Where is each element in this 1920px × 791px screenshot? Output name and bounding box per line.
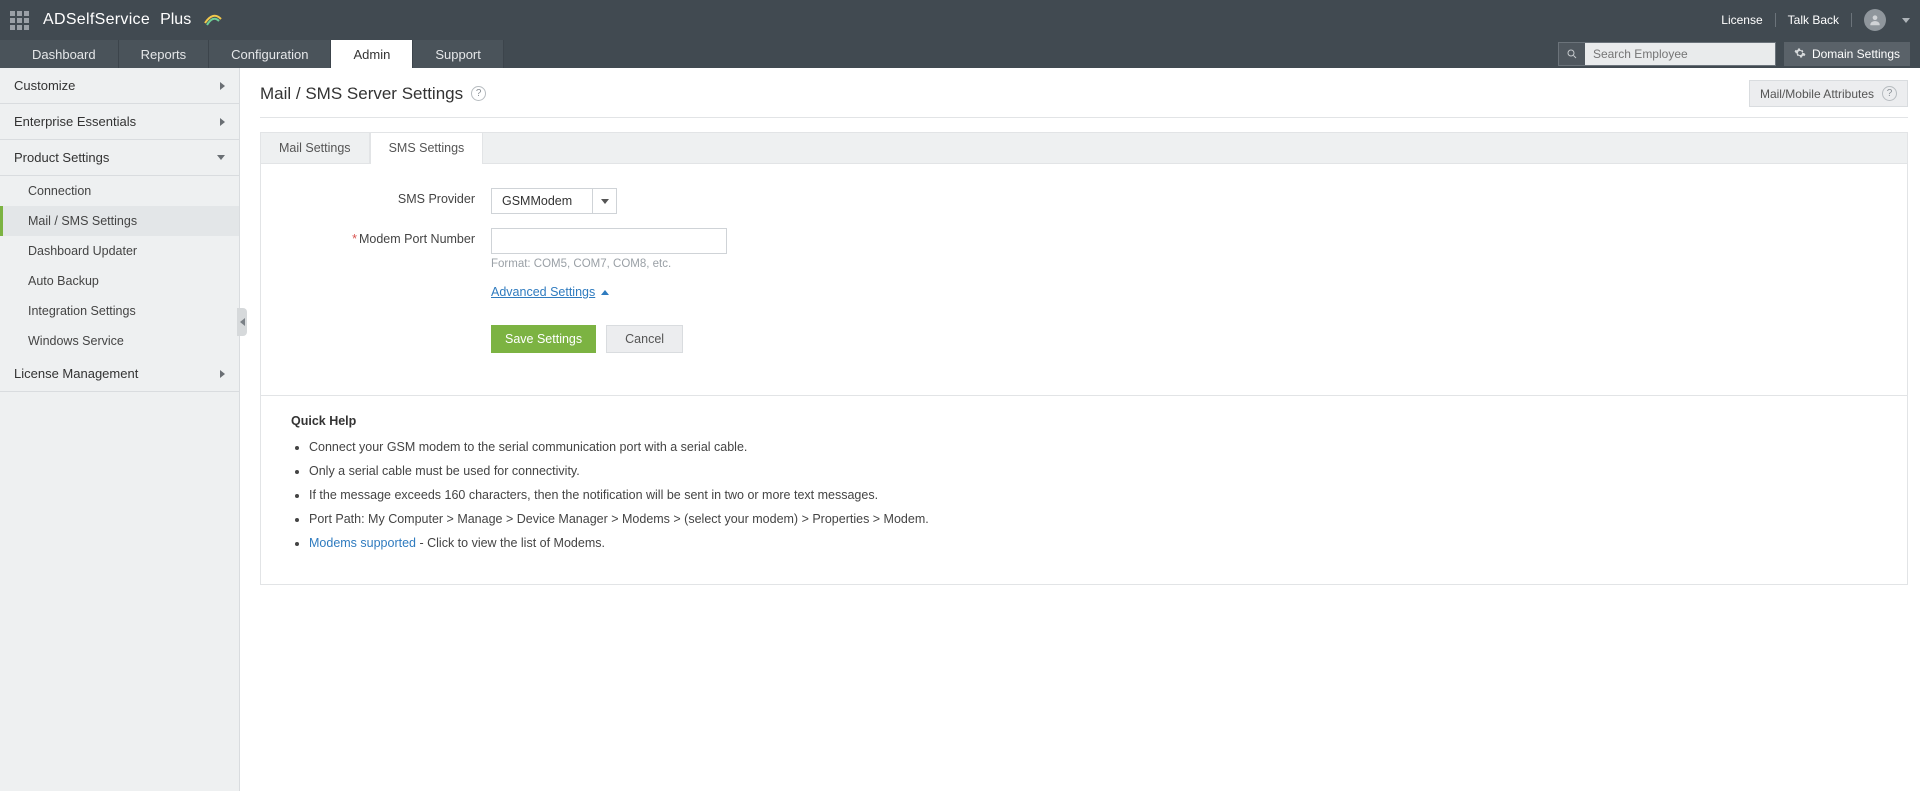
sidebar-group-customize[interactable]: Customize <box>0 68 239 104</box>
main-nav: Dashboard Reports Configuration Admin Su… <box>0 40 504 68</box>
chevron-right-icon <box>220 370 225 378</box>
domain-settings-label: Domain Settings <box>1812 47 1900 61</box>
modem-port-label: *Modem Port Number <box>291 228 491 246</box>
sidebar-group-license[interactable]: License Management <box>0 356 239 392</box>
select-arrow <box>592 189 616 213</box>
app-launcher-icon[interactable] <box>10 11 29 30</box>
sidebar-collapse-handle[interactable] <box>237 308 247 336</box>
page-title: Mail / SMS Server Settings <box>260 84 463 104</box>
sidebar-group-enterprise[interactable]: Enterprise Essentials <box>0 104 239 140</box>
gear-icon <box>1794 47 1806 62</box>
quick-help: Quick Help Connect your GSM modem to the… <box>261 396 1907 584</box>
quick-help-item: If the message exceeds 160 characters, t… <box>309 488 1877 502</box>
row-modem-port: *Modem Port Number Format: COM5, COM7, C… <box>291 228 1877 270</box>
brand: ADSelfService Plus <box>10 9 223 32</box>
panel-tabs: Mail Settings SMS Settings <box>261 133 1907 164</box>
sidebar-group-label: Product Settings <box>14 150 109 165</box>
logo-swoosh-icon <box>203 9 223 32</box>
chevron-down-icon <box>217 155 225 160</box>
search-input[interactable] <box>1585 43 1775 65</box>
cancel-button[interactable]: Cancel <box>606 325 683 353</box>
quick-help-item: Port Path: My Computer > Manage > Device… <box>309 512 1877 526</box>
attr-button-label: Mail/Mobile Attributes <box>1760 87 1874 101</box>
row-advanced: Advanced Settings <box>291 284 1877 299</box>
sidebar-item-integration[interactable]: Integration Settings <box>0 296 239 326</box>
product-suffix: Plus <box>160 11 191 29</box>
modems-supported-link[interactable]: Modems supported <box>309 536 416 550</box>
sidebar-group-label: Customize <box>14 78 75 93</box>
tab-mail-settings[interactable]: Mail Settings <box>261 133 370 163</box>
sms-provider-select[interactable]: GSMModem <box>491 188 617 214</box>
page-title-wrap: Mail / SMS Server Settings ? <box>260 84 486 104</box>
mail-mobile-attributes-button[interactable]: Mail/Mobile Attributes ? <box>1749 80 1908 107</box>
quick-help-item: Only a serial cable must be used for con… <box>309 464 1877 478</box>
sms-provider-value: GSMModem <box>492 194 592 208</box>
domain-settings-button[interactable]: Domain Settings <box>1784 42 1910 66</box>
topbar-right: License Talk Back <box>1721 9 1910 31</box>
quick-help-list: Connect your GSM modem to the serial com… <box>291 440 1877 550</box>
tab-admin[interactable]: Admin <box>331 40 413 68</box>
license-link[interactable]: License <box>1721 13 1762 27</box>
user-menu-caret-icon[interactable] <box>1902 18 1910 23</box>
sidebar-item-auto-backup[interactable]: Auto Backup <box>0 266 239 296</box>
product-name: ADSelfService <box>43 11 150 29</box>
tab-support[interactable]: Support <box>413 40 504 68</box>
sidebar-item-dashboard-updater[interactable]: Dashboard Updater <box>0 236 239 266</box>
divider <box>1851 13 1852 27</box>
divider <box>1775 13 1776 27</box>
sms-provider-label: SMS Provider <box>291 188 491 206</box>
row-buttons: Save Settings Cancel <box>291 313 1877 353</box>
search-box <box>1558 42 1776 66</box>
quick-help-title: Quick Help <box>291 414 1877 428</box>
quick-help-item-modems: Modems supported - Click to view the lis… <box>309 536 1877 550</box>
modems-suffix: - Click to view the list of Modems. <box>416 536 605 550</box>
form-area: SMS Provider GSMModem *Modem Port Number… <box>261 164 1907 396</box>
modem-port-hint: Format: COM5, COM7, COM8, etc. <box>491 258 727 270</box>
modem-port-input[interactable] <box>491 228 727 254</box>
row-sms-provider: SMS Provider GSMModem <box>291 188 1877 214</box>
page-header: Mail / SMS Server Settings ? Mail/Mobile… <box>260 80 1908 118</box>
sidebar-item-connection[interactable]: Connection <box>0 176 239 206</box>
quick-help-item: Connect your GSM modem to the serial com… <box>309 440 1877 454</box>
sidebar-item-mail-sms[interactable]: Mail / SMS Settings <box>0 206 239 236</box>
tab-reports[interactable]: Reports <box>119 40 210 68</box>
settings-panel: Mail Settings SMS Settings SMS Provider … <box>260 132 1908 585</box>
help-icon[interactable]: ? <box>471 86 486 101</box>
chevron-right-icon <box>220 82 225 90</box>
required-marker: * <box>352 232 357 246</box>
tab-sms-settings[interactable]: SMS Settings <box>370 133 484 164</box>
sidebar: Customize Enterprise Essentials Product … <box>0 68 240 791</box>
sidebar-group-label: License Management <box>14 366 138 381</box>
chevron-down-icon <box>601 199 609 204</box>
user-avatar-icon[interactable] <box>1864 9 1886 31</box>
content: Mail / SMS Server Settings ? Mail/Mobile… <box>240 68 1920 791</box>
tab-dashboard[interactable]: Dashboard <box>10 40 119 68</box>
talkback-link[interactable]: Talk Back <box>1788 13 1839 27</box>
search-icon[interactable] <box>1559 43 1585 65</box>
save-button[interactable]: Save Settings <box>491 325 596 353</box>
help-icon: ? <box>1882 86 1897 101</box>
sidebar-group-label: Enterprise Essentials <box>14 114 136 129</box>
advanced-settings-link[interactable]: Advanced Settings <box>491 285 609 299</box>
tab-configuration[interactable]: Configuration <box>209 40 331 68</box>
triangle-up-icon <box>601 290 609 295</box>
chevron-right-icon <box>220 118 225 126</box>
top-bar: ADSelfService Plus License Talk Back <box>0 0 1920 40</box>
sidebar-item-windows-service[interactable]: Windows Service <box>0 326 239 356</box>
sidebar-group-product-settings[interactable]: Product Settings <box>0 140 239 176</box>
